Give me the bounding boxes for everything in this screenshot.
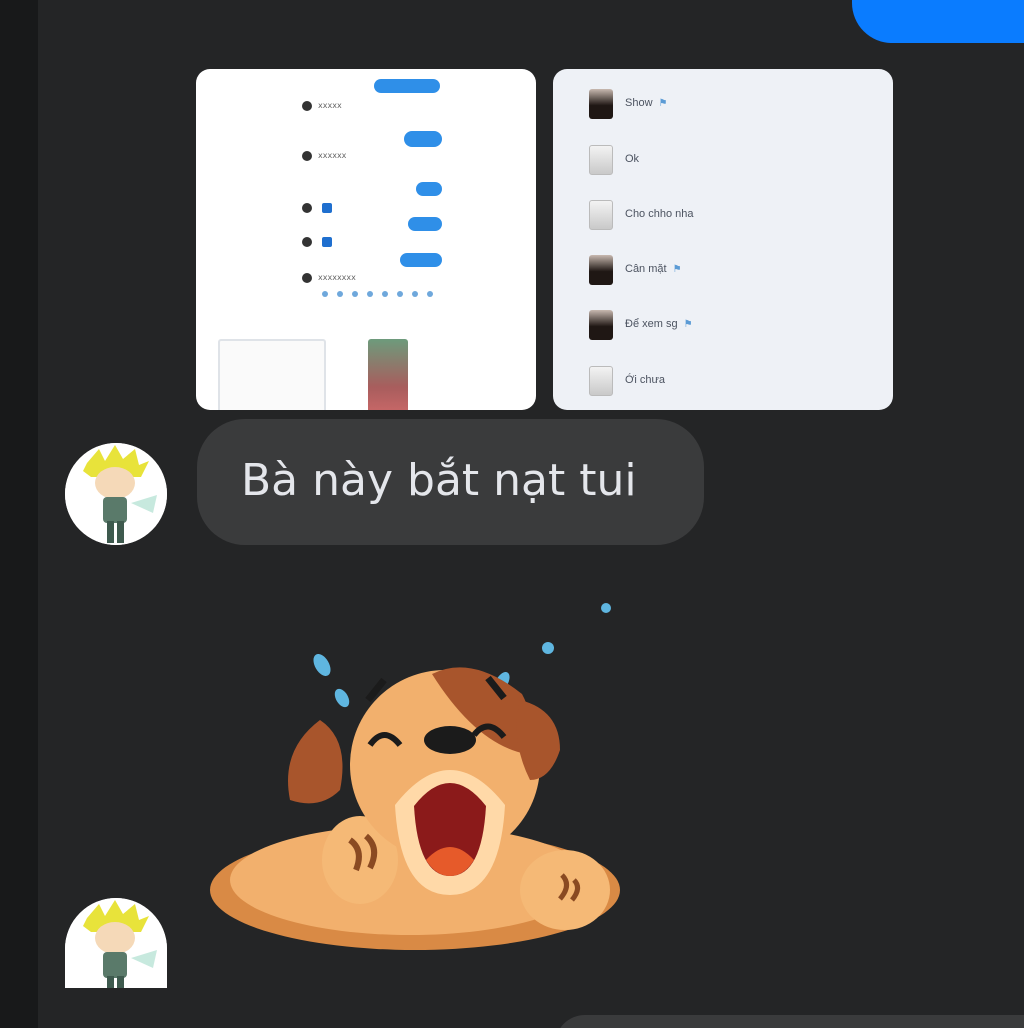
- pin-icon: ⚑: [672, 264, 682, 275]
- mini-sent-bubble: [404, 131, 442, 147]
- contact-row: Cho chho nha: [589, 200, 869, 230]
- mini-sent-bubble: [408, 217, 442, 231]
- received-message-text: Bà này bắt nạt tui: [241, 455, 637, 506]
- mini-like-icon: [322, 237, 332, 247]
- contact-row: Show ⚑: [589, 89, 869, 119]
- mini-avatar: [302, 203, 312, 213]
- sender-avatar[interactable]: [65, 898, 167, 988]
- contact-avatar: [589, 310, 613, 340]
- contact-name: Để xem sg ⚑: [625, 318, 693, 330]
- contact-name: Cho chho nha: [625, 208, 694, 220]
- contact-name: Show ⚑: [625, 97, 668, 109]
- pin-icon: ⚑: [658, 98, 668, 109]
- anime-character-avatar-icon: [65, 443, 167, 545]
- contact-avatar: [589, 145, 613, 175]
- mini-received-text: xxxxxx: [318, 151, 347, 160]
- received-message-bubble[interactable]: [555, 1015, 1024, 1028]
- contact-name: Ok: [625, 153, 640, 165]
- mini-sent-bubble: [374, 79, 440, 93]
- messenger-conversation: xxxxx xxxxxx xxxxxxxx Show ⚑ Ok Cho chho…: [0, 0, 1024, 1028]
- contact-row: Cân mặt ⚑: [589, 255, 869, 285]
- mini-avatar: [302, 101, 312, 111]
- chat-screenshot-preview: xxxxx xxxxxx xxxxxxxx: [214, 69, 512, 327]
- contact-row: Để xem sg ⚑: [589, 310, 869, 340]
- contact-name: Cân mặt ⚑: [625, 263, 682, 275]
- image-attachment-contact-list[interactable]: Show ⚑ Ok Cho chho nha Cân mặt ⚑ Để xem sg…: [553, 69, 893, 410]
- mini-avatar: [302, 237, 312, 247]
- mini-composer-icons: [322, 291, 462, 299]
- mini-sent-bubble: [400, 253, 442, 267]
- contact-row: Ới chưa: [589, 366, 869, 396]
- mini-avatar: [302, 151, 312, 161]
- contact-name: Ới chưa: [625, 374, 666, 386]
- mini-sent-bubble: [416, 182, 442, 196]
- sent-message-bubble[interactable]: [852, 0, 1024, 43]
- pin-icon: ⚑: [683, 319, 693, 330]
- thumbnail-chat: [218, 339, 326, 410]
- contact-avatar: [589, 366, 613, 396]
- left-panel-edge: [0, 0, 38, 1028]
- mini-like-icon: [322, 203, 332, 213]
- contact-row: Ok: [589, 145, 869, 175]
- mini-received-text: xxxxx: [318, 101, 342, 110]
- mini-received-text: xxxxxxxx: [318, 273, 356, 282]
- crying-dog-sticker-icon[interactable]: [200, 590, 630, 960]
- image-attachment-chat-screenshot[interactable]: xxxxx xxxxxx xxxxxxxx: [196, 69, 536, 410]
- sticker-image: [210, 603, 620, 950]
- sender-avatar[interactable]: [65, 443, 167, 545]
- contact-avatar: [589, 89, 613, 119]
- anime-character-avatar-icon: [65, 898, 167, 988]
- mini-avatar: [302, 273, 312, 283]
- received-message-bubble[interactable]: Bà này bắt nạt tui: [197, 419, 704, 545]
- contact-avatar: [589, 255, 613, 285]
- contact-avatar: [589, 200, 613, 230]
- thumbnail-photo: [368, 339, 408, 410]
